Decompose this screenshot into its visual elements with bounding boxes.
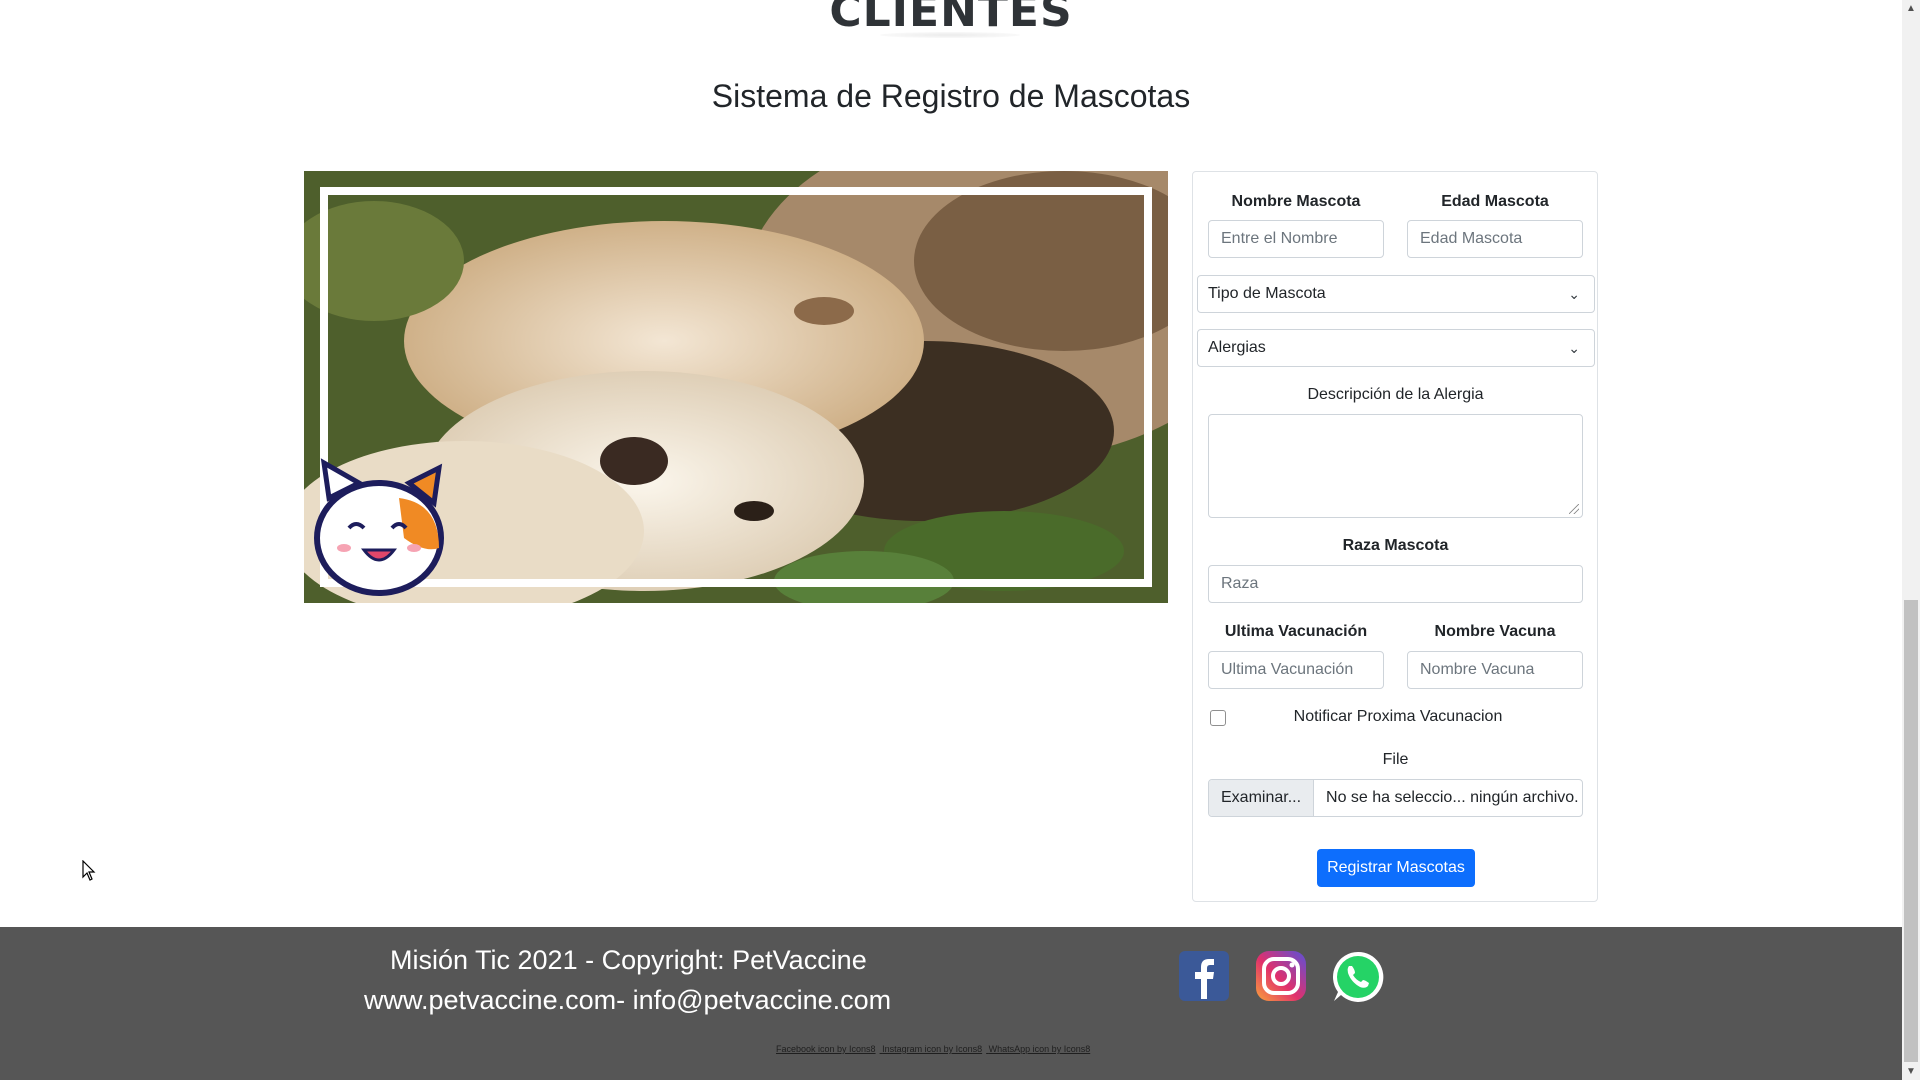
scroll-down-icon[interactable]: ▼: [1902, 1063, 1920, 1080]
nombre-mascota-input[interactable]: [1208, 220, 1384, 258]
browse-button[interactable]: Examinar...: [1209, 780, 1315, 816]
ultima-vacunacion-input[interactable]: [1208, 651, 1384, 689]
tipo-mascota-value: Tipo de Mascota: [1208, 285, 1326, 302]
tipo-mascota-select[interactable]: Tipo de Mascota ⌄: [1197, 275, 1595, 313]
credit-link[interactable]: Facebook icon by Icons8: [776, 1044, 876, 1054]
chevron-down-icon: ⌄: [1568, 286, 1580, 302]
raza-mascota-label: Raza Mascota: [1342, 537, 1449, 554]
file-input[interactable]: Examinar... No se ha seleccio... ningún …: [1208, 779, 1583, 817]
nombre-vacuna-label: Nombre Vacuna: [1434, 623, 1556, 640]
icon-credits: Facebook icon by Icons8 Instagram icon b…: [776, 1044, 1094, 1054]
edad-mascota-label: Edad Mascota: [1441, 193, 1549, 210]
scroll-up-icon[interactable]: ▲: [1902, 0, 1920, 17]
hero-pet-image: [304, 171, 1168, 603]
page-title: Sistema de Registro de Mascotas: [711, 78, 1191, 114]
footer-copyright: Misión Tic 2021 - Copyright: PetVaccine: [390, 945, 867, 975]
vertical-scrollbar[interactable]: ▲ ▼: [1902, 0, 1920, 1080]
notificar-checkbox[interactable]: [1210, 710, 1226, 726]
register-pets-button[interactable]: Registrar Mascotas: [1317, 849, 1475, 887]
nombre-mascota-label: Nombre Mascota: [1231, 193, 1361, 210]
whatsapp-icon[interactable]: [1330, 949, 1386, 1005]
alergias-select[interactable]: Alergias ⌄: [1197, 329, 1595, 367]
raza-mascota-input[interactable]: [1208, 565, 1583, 603]
scrollbar-thumb[interactable]: [1904, 600, 1918, 1062]
instagram-icon[interactable]: [1254, 949, 1308, 1003]
page: CLIENTES Sistema de Registro de Mascotas: [0, 0, 1902, 1080]
file-status: No se ha seleccio... ningún archivo.: [1326, 789, 1579, 806]
descripcion-alergia-label: Descripción de la Alergia: [1307, 386, 1484, 403]
facebook-icon[interactable]: [1177, 949, 1231, 1003]
cat-mascot-icon: [314, 458, 444, 596]
pet-registration-form: Nombre Mascota Edad Mascota Tipo de Masc…: [1192, 171, 1598, 902]
resize-grip-icon[interactable]: [1569, 504, 1579, 514]
chevron-down-icon: ⌄: [1568, 340, 1580, 356]
descripcion-alergia-textarea[interactable]: [1208, 414, 1583, 518]
brand-shadow: [880, 32, 1020, 38]
file-label: File: [1382, 751, 1409, 768]
mouse-cursor-icon: [82, 860, 96, 881]
ultima-vacunacion-label: Ultima Vacunación: [1224, 623, 1368, 640]
footer-contact: www.petvaccine.com- info@petvaccine.com: [364, 985, 892, 1015]
nombre-vacuna-input[interactable]: [1407, 651, 1583, 689]
edad-mascota-input[interactable]: [1407, 220, 1583, 258]
credit-link[interactable]: Instagram icon by Icons8: [882, 1044, 982, 1054]
notificar-label: Notificar Proxima Vacunacion: [1293, 708, 1503, 725]
footer: Misión Tic 2021 - Copyright: PetVaccine …: [0, 927, 1902, 1080]
credit-link[interactable]: WhatsApp icon by Icons8: [989, 1044, 1091, 1054]
alergias-value: Alergias: [1208, 339, 1266, 356]
